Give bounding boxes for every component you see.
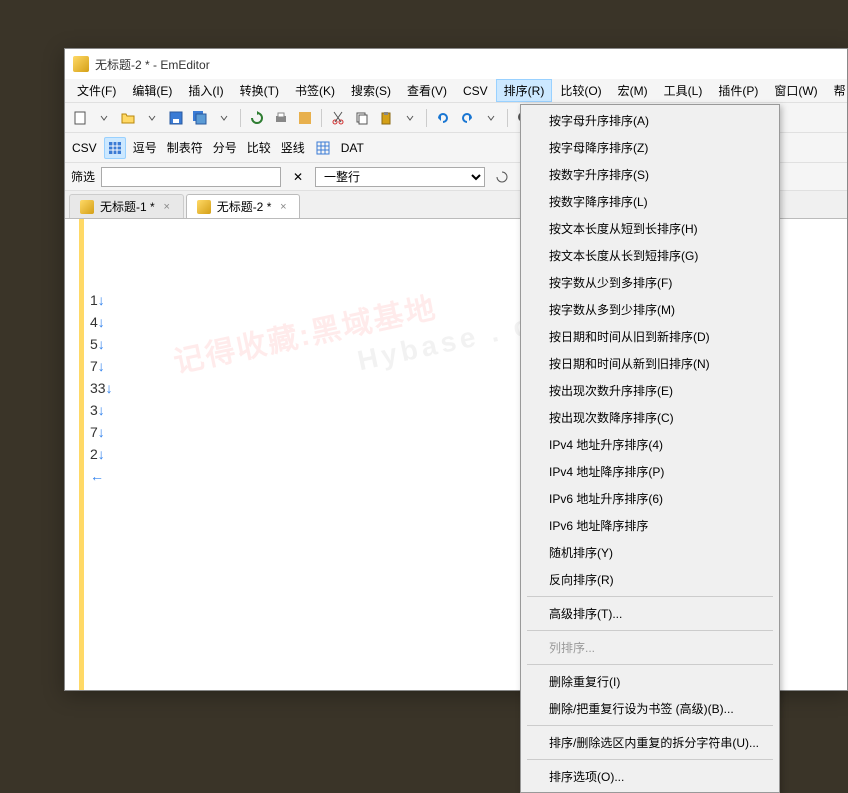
menu-item[interactable]: 排序/删除选区内重复的拆分字符串(U)... [521,729,779,756]
menu-item[interactable]: 编辑(E) [124,79,180,102]
filter-input[interactable] [101,167,281,187]
dropdown-arrow-icon[interactable] [399,107,421,129]
menu-item[interactable]: 按字数从多到少排序(M) [521,296,779,323]
menu-separator [527,630,773,631]
document-tab[interactable]: 无标题-1 * × [69,194,184,218]
menu-item[interactable]: IPv6 地址降序排序 [521,512,779,539]
tab-label: 无标题-2 * [217,198,272,215]
copy-icon[interactable] [351,107,373,129]
menu-item[interactable]: 按日期和时间从旧到新排序(D) [521,323,779,350]
menu-item[interactable]: 反向排序(R) [521,566,779,593]
menu-item[interactable]: 按文本长度从长到短排序(G) [521,242,779,269]
menu-item[interactable]: 按字数从少到多排序(F) [521,269,779,296]
grid-icon[interactable] [312,137,334,159]
undo-icon[interactable] [432,107,454,129]
filter-label: 筛选 [71,168,95,185]
menu-item[interactable]: 转换(T) [232,79,287,102]
dropdown-arrow-icon[interactable] [480,107,502,129]
menu-separator [527,596,773,597]
tab-button[interactable]: 制表符 [164,139,206,156]
save-icon[interactable] [165,107,187,129]
window-title: 无标题-2 * - EmEditor [95,56,210,73]
menu-item[interactable]: 比较(O) [552,79,609,102]
menu-item[interactable]: 宏(M) [610,79,656,102]
separator [321,109,322,127]
app-icon[interactable] [294,107,316,129]
dropdown-arrow-icon[interactable] [141,107,163,129]
tab-label: 无标题-1 * [100,198,155,215]
document-icon [197,200,211,214]
menu-item[interactable]: 高级排序(T)... [521,600,779,627]
menu-separator [527,725,773,726]
open-icon[interactable] [117,107,139,129]
separator [426,109,427,127]
menu-item[interactable]: 插入(I) [180,79,231,102]
menu-item[interactable]: 按日期和时间从新到旧排序(N) [521,350,779,377]
menu-item[interactable]: CSV [455,81,496,101]
app-icon [73,56,89,72]
menu-item[interactable]: 按文本长度从短到长排序(H) [521,215,779,242]
comma-button[interactable]: 逗号 [130,139,160,156]
menu-item[interactable]: 随机排序(Y) [521,539,779,566]
dropdown-arrow-icon[interactable] [93,107,115,129]
titlebar: 无标题-2 * - EmEditor [65,49,847,79]
menu-item[interactable]: 按字母降序排序(Z) [521,134,779,161]
menu-item[interactable]: 按字母升序排序(A) [521,107,779,134]
menu-separator [527,664,773,665]
menu-item[interactable]: 删除/把重复行设为书签 (高级)(B)... [521,695,779,722]
scope-select[interactable]: 一整行 [315,167,485,187]
compare-button[interactable]: 比较 [244,139,274,156]
menu-item[interactable]: IPv4 地址升序排序(4) [521,431,779,458]
close-icon[interactable]: × [277,201,289,213]
close-icon[interactable]: × [161,201,173,213]
semicolon-button[interactable]: 分号 [210,139,240,156]
cut-icon[interactable] [327,107,349,129]
sort-menu-dropdown: 按字母升序排序(A)按字母降序排序(Z)按数字升序排序(S)按数字降序排序(L)… [520,104,780,793]
print-icon[interactable] [270,107,292,129]
refresh-icon[interactable] [491,166,513,188]
menu-item[interactable]: 按数字降序排序(L) [521,188,779,215]
menu-item[interactable]: 排序(R) [496,79,553,102]
separator [507,109,508,127]
gutter [65,219,79,690]
paste-icon[interactable] [375,107,397,129]
menu-item[interactable]: 插件(P) [710,79,766,102]
menu-item[interactable]: 窗口(W) [766,79,825,102]
grid-icon[interactable] [104,137,126,159]
menu-separator [527,759,773,760]
menu-item[interactable]: IPv6 地址升序排序(6) [521,485,779,512]
menu-item[interactable]: 工具(L) [656,79,711,102]
menu-item[interactable]: 搜索(S) [343,79,399,102]
menubar: 文件(F)编辑(E)插入(I)转换(T)书签(K)搜索(S)查看(V)CSV排序… [65,79,847,103]
separator [240,109,241,127]
menu-item[interactable]: 按出现次数降序排序(C) [521,404,779,431]
dat-button[interactable]: DAT [338,141,367,155]
redo-icon[interactable] [456,107,478,129]
csv-button[interactable]: CSV [69,141,100,155]
refresh-icon[interactable] [246,107,268,129]
save-all-icon[interactable] [189,107,211,129]
menu-item[interactable]: 查看(V) [399,79,455,102]
new-icon[interactable] [69,107,91,129]
menu-item[interactable]: 按数字升序排序(S) [521,161,779,188]
document-tab[interactable]: 无标题-2 * × [186,194,301,218]
menu-item[interactable]: 书签(K) [287,79,343,102]
close-icon[interactable]: ✕ [287,166,309,188]
menu-item[interactable]: 按出现次数升序排序(E) [521,377,779,404]
menu-item: 列排序... [521,634,779,661]
menu-item[interactable]: 文件(F) [69,79,124,102]
dropdown-arrow-icon[interactable] [213,107,235,129]
menu-item[interactable]: 帮 [826,79,848,102]
menu-item[interactable]: 排序选项(O)... [521,763,779,790]
document-icon [80,200,94,214]
vline-button[interactable]: 竖线 [278,139,308,156]
menu-item[interactable]: IPv4 地址降序排序(P) [521,458,779,485]
